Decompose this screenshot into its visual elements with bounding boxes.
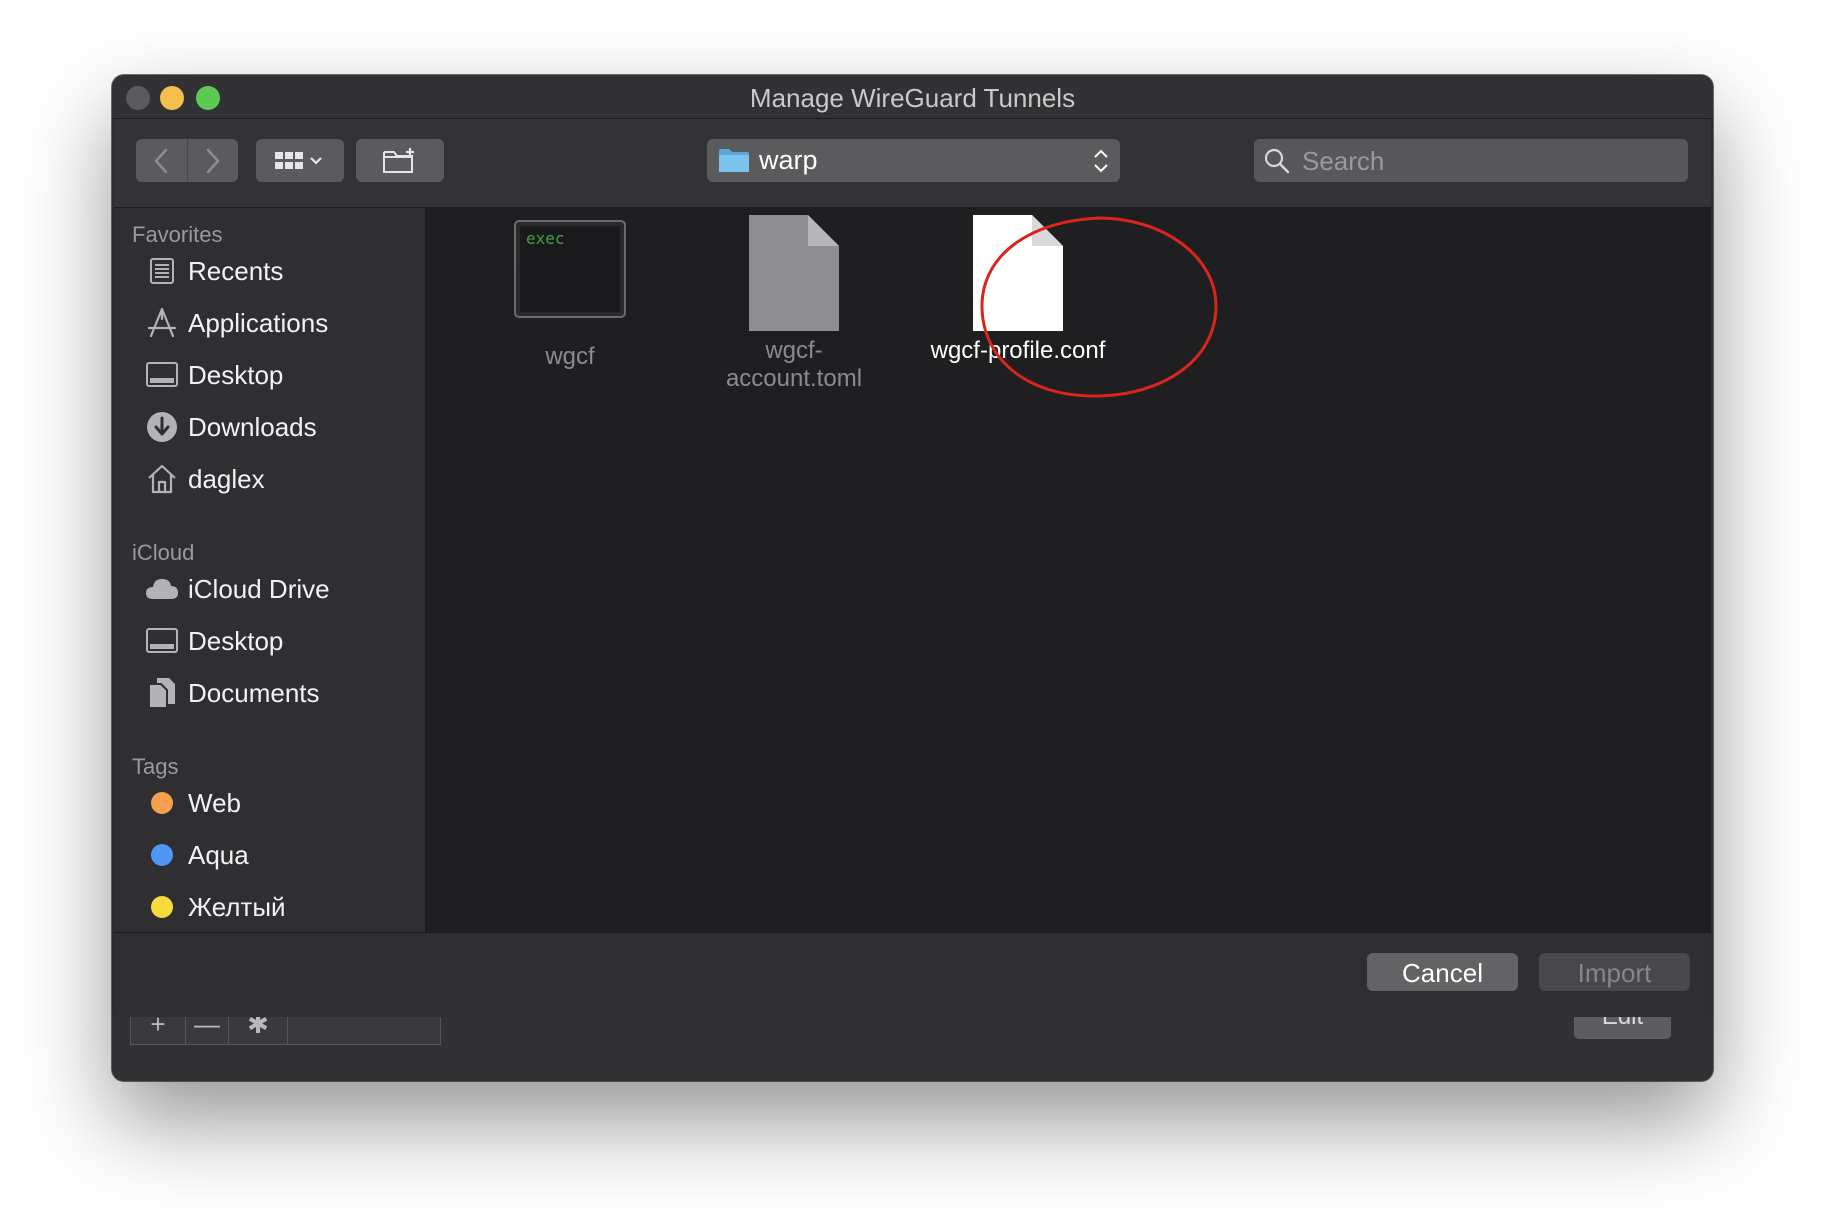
location-label: warp <box>759 145 818 175</box>
sidebar-item-label: Web <box>188 787 241 818</box>
view-mode-button[interactable] <box>256 139 344 182</box>
chevron-right-icon <box>206 148 219 173</box>
sidebar-item-downloads[interactable]: Downloads <box>144 407 414 447</box>
dialog-footer: Cancel Import <box>114 932 1711 1017</box>
icon-grid-view-icon <box>275 151 322 169</box>
file-item-wgcf-account[interactable]: wgcf- account.toml <box>694 215 894 393</box>
sidebar: Favorites Recents Applications Desktop D… <box>114 208 427 932</box>
tags-header: Tags <box>132 754 179 779</box>
open-panel: warp Favorites Recents <box>114 119 1711 1017</box>
icloud-header: iCloud <box>132 540 195 565</box>
sidebar-item-label: Desktop <box>188 625 284 656</box>
sidebar-item-label: Desktop <box>188 359 284 390</box>
search-icon <box>1264 148 1290 174</box>
file-name: wgcf- account.toml <box>725 337 863 392</box>
sidebar-tag-yellow[interactable]: Желтый <box>144 887 414 927</box>
sidebar-item-label: iCloud Drive <box>188 573 330 604</box>
forward-button[interactable] <box>186 139 239 182</box>
updown-chevron-icon <box>1094 149 1108 173</box>
document-icon <box>749 215 839 331</box>
desktop-icon <box>144 357 180 393</box>
file-browser: exec wgcf wgcf- account.toml wgcf-profil… <box>427 208 1711 932</box>
sidebar-item-label: Recents <box>188 255 284 286</box>
sidebar-item-documents[interactable]: Documents <box>144 673 414 713</box>
search-field[interactable] <box>1254 139 1688 184</box>
sidebar-item-label: Желтый <box>188 891 286 922</box>
sidebar-item-desktop[interactable]: Desktop <box>144 355 414 395</box>
sidebar-tag-web[interactable]: Web <box>144 783 414 823</box>
sidebar-item-label: Applications <box>188 307 329 338</box>
sidebar-item-applications[interactable]: Applications <box>144 303 414 343</box>
sidebar-tag-aqua[interactable]: Aqua <box>144 835 414 875</box>
exec-badge: exec <box>526 229 565 248</box>
sidebar-item-label: Aqua <box>188 839 249 870</box>
sidebar-item-label: daglex <box>188 463 265 494</box>
recents-icon <box>144 253 180 289</box>
documents-icon <box>144 675 180 711</box>
back-button[interactable] <box>136 139 187 182</box>
tag-color-dot <box>151 792 173 814</box>
sidebar-item-recents[interactable]: Recents <box>144 251 414 291</box>
red-circle-annotation <box>980 216 1218 398</box>
location-popup[interactable]: warp <box>707 139 1120 182</box>
sidebar-item-icloud-drive[interactable]: iCloud Drive <box>144 569 414 609</box>
search-input[interactable] <box>1300 139 1674 184</box>
toolbar: warp <box>114 119 1711 208</box>
window-title: Manage WireGuard Tunnels <box>749 83 1076 113</box>
new-folder-button[interactable] <box>356 139 444 182</box>
chevron-left-icon <box>155 148 168 173</box>
file-dialog-window: + — ✱ Edit Manage WireGuard Tunnels warp… <box>112 75 1713 1081</box>
cloud-icon <box>144 571 180 607</box>
desktop-icon <box>144 623 180 659</box>
navigation-buttons <box>136 139 238 182</box>
applications-icon <box>144 305 180 341</box>
sidebar-item-icloud-desktop[interactable]: Desktop <box>144 621 414 661</box>
import-button[interactable]: Import <box>1539 953 1690 991</box>
cancel-button[interactable]: Cancel <box>1367 953 1518 991</box>
sidebar-item-label: Downloads <box>188 411 317 442</box>
folder-icon <box>719 149 749 172</box>
new-folder-icon <box>383 147 414 173</box>
sidebar-item-label: Documents <box>188 677 320 708</box>
downloads-icon <box>144 409 180 445</box>
sidebar-item-home[interactable]: daglex <box>144 459 414 499</box>
home-icon <box>144 461 180 497</box>
favorites-header: Favorites <box>132 222 223 247</box>
file-item-wgcf[interactable]: exec wgcf <box>470 220 670 371</box>
tag-color-dot <box>151 896 173 918</box>
tag-color-dot <box>151 844 173 866</box>
file-name: wgcf <box>545 343 595 370</box>
executable-icon: exec <box>514 220 626 318</box>
title-bar: Manage WireGuard Tunnels <box>112 75 1713 119</box>
